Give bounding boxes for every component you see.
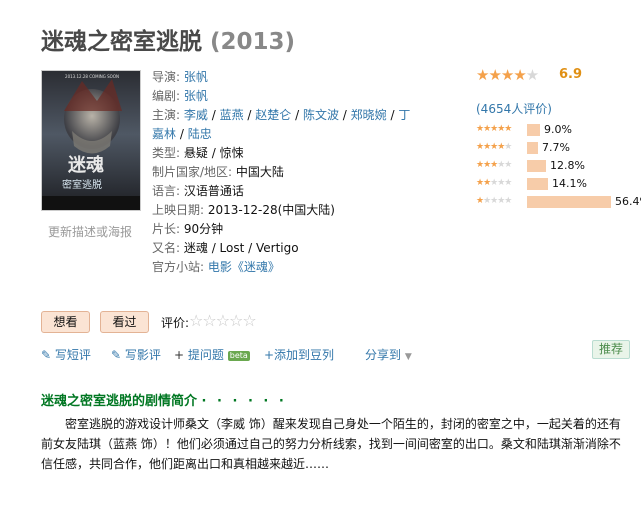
page-title: 迷魂之密室逃脱 (2013) — [41, 22, 295, 56]
write-review-link[interactable]: ✎ 写影评 — [111, 346, 161, 363]
poster-big-text: 迷魂 — [67, 154, 104, 176]
rate-stars-input[interactable]: ☆☆☆☆☆ — [189, 311, 257, 330]
genre-value: 惊悚 — [219, 146, 244, 160]
genre-row: 类型: 悬疑 / 惊悚 — [152, 146, 244, 160]
movie-title: 迷魂之密室逃脱 — [41, 29, 202, 55]
rating-panel: ★★★★★ 6.9 (4654人评价) ★★★★★ 9.0% ★★★★★ 7.7… — [476, 66, 641, 208]
language-row: 语言: 汉语普通话 — [152, 182, 412, 201]
write-short-review-label: 写短评 — [54, 348, 91, 362]
three-stars-icon: ★★★★★ — [476, 160, 512, 170]
pencil-icon: ✎ — [111, 348, 122, 362]
cast-link[interactable]: 蓝燕 — [220, 108, 244, 122]
rating-stars-icon: ★★★★★ — [476, 66, 539, 84]
rating-pct: 12.8% — [550, 159, 585, 172]
cast-link[interactable]: 郑晓婉 — [351, 108, 387, 122]
chevron-down-icon: ▼ — [404, 352, 412, 362]
cast-link[interactable]: 李威 — [184, 108, 208, 122]
rating-row-4: ★★★★★ 7.7% — [476, 139, 636, 156]
seen-button[interactable]: 看过 — [100, 311, 149, 333]
cast-link[interactable]: 陈文波 — [303, 108, 339, 122]
update-poster-link[interactable]: 更新描述或海报 — [48, 223, 132, 240]
four-stars-icon: ★★★★★ — [476, 142, 512, 152]
rating-bar — [527, 142, 538, 154]
writer-link[interactable]: 张帆 — [184, 89, 208, 103]
genre-value: 悬疑 — [183, 146, 208, 160]
two-stars-icon: ★★★★★ — [476, 178, 512, 188]
release-value: 2013-12-28(中国大陆) — [207, 203, 335, 217]
five-stars-icon: ★★★★★ — [476, 124, 512, 134]
release-row: 上映日期: 2013-12-28(中国大陆) — [152, 201, 412, 220]
country-label: 制片国家/地区: — [152, 165, 233, 179]
director-link[interactable]: 张帆 — [184, 70, 208, 84]
rating-pct: 14.1% — [552, 177, 587, 190]
rating-pct: 7.7% — [542, 141, 570, 154]
director-label: 导演: — [152, 70, 181, 84]
rating-score: 6.9 — [559, 67, 583, 82]
site-label: 官方小站: — [152, 260, 205, 274]
rating-bar — [527, 124, 540, 136]
poster-sub-text: 密室逃脱 — [62, 178, 102, 191]
rating-row-5: ★★★★★ 9.0% — [476, 121, 636, 138]
language-label: 语言: — [152, 184, 181, 198]
write-short-review-link[interactable]: ✎ 写短评 — [41, 346, 91, 363]
rating-row-3: ★★★★★ 12.8% — [476, 157, 636, 174]
synopsis-dots: · · · · · · — [201, 394, 287, 409]
share-label: 分享到 — [365, 348, 402, 362]
poster-image: 2013.12.28 COMING SOON 迷魂 密室逃脱 — [42, 71, 140, 210]
rating-pct: 56.4% — [615, 195, 641, 208]
rating-row-1: ★★★★★ 56.4% — [476, 193, 641, 210]
cast-link[interactable]: 陆忠 — [188, 127, 212, 141]
rating-bar — [527, 178, 548, 190]
share-dropdown[interactable]: 分享到 ▼ — [365, 346, 412, 363]
write-review-label: 写影评 — [124, 348, 161, 362]
plus-icon: + — [174, 348, 185, 362]
rating-pct: 9.0% — [544, 123, 572, 136]
cast-row: 主演: 李威 / 蓝燕 / 赵楚仑 / 陈文波 / 郑晓婉 / 丁嘉林 / 陆忠 — [152, 108, 411, 141]
writer-label: 编剧: — [152, 89, 181, 103]
want-to-see-button[interactable]: 想看 — [41, 311, 90, 333]
runtime-row: 片长: 90分钟 — [152, 220, 412, 239]
poster-top-line: 2013.12.28 COMING SOON — [65, 74, 119, 79]
aka-row: 又名: 迷魂 / Lost / Vertigo — [152, 239, 412, 258]
add-to-doulist-link[interactable]: +添加到豆列 — [264, 346, 334, 363]
movie-info: 导演: 张帆 编剧: 张帆 主演: 李威 / 蓝燕 / 赵楚仑 / 陈文波 / … — [152, 68, 412, 277]
movie-year: (2013) — [210, 29, 296, 55]
runtime-label: 片长: — [152, 222, 181, 236]
country-row: 制片国家/地区: 中国大陆 — [152, 163, 412, 182]
rating-bar — [527, 196, 611, 208]
movie-poster[interactable]: 2013.12.28 COMING SOON 迷魂 密室逃脱 — [41, 70, 141, 211]
aka-label: 又名: — [152, 241, 181, 255]
synopsis-heading: 迷魂之密室逃脱的剧情简介 · · · · · · — [41, 390, 287, 409]
site-link[interactable]: 电影《迷魂》 — [208, 260, 280, 274]
director-row: 导演: 张帆 — [152, 68, 412, 87]
recommend-button[interactable]: 推荐 — [592, 340, 630, 359]
cast-link[interactable]: 赵楚仑 — [255, 108, 291, 122]
release-label: 上映日期: — [152, 203, 205, 217]
aka-value: 迷魂 / Lost / Vertigo — [183, 241, 299, 255]
country-value: 中国大陆 — [235, 165, 284, 179]
beta-badge: beta — [227, 350, 250, 361]
synopsis-text: 密室逃脱的游戏设计师桑文（李威 饰）醒来发现自己身处一个陌生的，封闭的密室之中，… — [41, 417, 621, 471]
synopsis-title: 迷魂之密室逃脱的剧情简介 — [41, 394, 198, 409]
ask-question-label: 提问题 — [187, 348, 224, 362]
rating-row-2: ★★★★★ 14.1% — [476, 175, 636, 192]
site-row: 官方小站: 电影《迷魂》 — [152, 258, 412, 277]
rate-label: 评价: — [161, 316, 190, 330]
runtime-value: 90分钟 — [183, 222, 224, 236]
one-star-icon: ★★★★★ — [476, 196, 512, 206]
writer-row: 编剧: 张帆 — [152, 87, 412, 106]
comment-icon: ✎ — [41, 348, 52, 362]
cast-label: 主演: — [152, 108, 181, 122]
rating-votes-link[interactable]: (4654人评价) — [476, 100, 552, 117]
rating-bar — [527, 160, 546, 172]
language-value: 汉语普通话 — [183, 184, 244, 198]
genre-label: 类型: — [152, 146, 181, 160]
ask-question-link[interactable]: + 提问题 beta — [174, 346, 250, 363]
